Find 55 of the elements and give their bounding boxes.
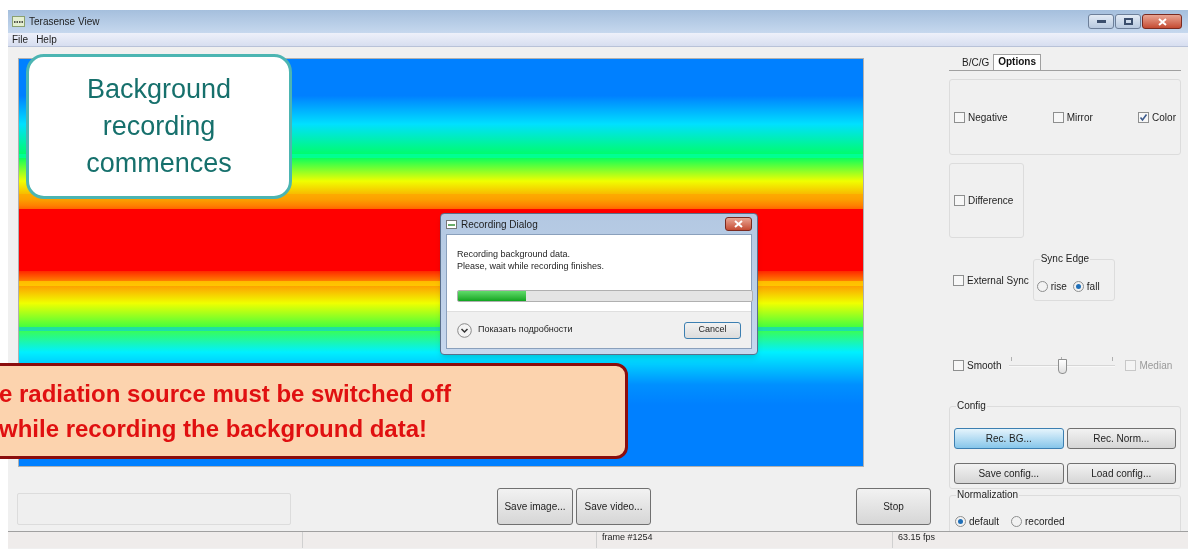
close-icon [1157, 17, 1167, 26]
radio-label: recorded [1025, 515, 1065, 529]
checkbox-label: Median [1139, 358, 1173, 373]
tab[interactable]: Options [993, 54, 1041, 70]
config-button[interactable]: Save config... [954, 463, 1064, 484]
slider[interactable] [1009, 355, 1116, 375]
checkbox-label: Difference [968, 194, 1014, 208]
dialog-icon [446, 219, 457, 229]
checkbox[interactable] [954, 111, 965, 123]
group-title: Config [956, 400, 987, 412]
minimize-button[interactable] [1088, 14, 1114, 29]
save-video-button[interactable]: Save video... [576, 488, 651, 525]
config-button[interactable]: Load config... [1066, 463, 1176, 484]
checkbox-label: Color [1152, 110, 1176, 125]
close-icon [734, 220, 743, 228]
radio-button[interactable] [1011, 516, 1023, 527]
checkbox[interactable] [1138, 111, 1150, 123]
config-button[interactable]: Rec. Norm... [1066, 428, 1176, 449]
window-title: Terasense View [29, 15, 100, 29]
slider-thumb[interactable] [1057, 359, 1067, 374]
close-button[interactable] [1142, 14, 1182, 29]
checkbox[interactable] [1052, 111, 1064, 123]
expand-icon[interactable] [457, 322, 472, 338]
save-image-button[interactable]: Save image... [497, 488, 573, 525]
config-button[interactable]: Rec. BG... [954, 428, 1064, 449]
check-icon [1139, 112, 1149, 122]
dialog-title: Recording Dialog [461, 217, 538, 232]
checkbox-label: Negative [968, 110, 1008, 125]
checkbox[interactable] [954, 195, 965, 206]
group-title: Sync Edge [1039, 253, 1091, 265]
radio-label: fall [1086, 280, 1100, 294]
checkbox-label: Smooth [967, 358, 1002, 373]
details-toggle[interactable]: Показать подробности [478, 323, 573, 337]
radio-label: default [969, 515, 1000, 529]
radio-label: rise [1050, 280, 1067, 294]
stop-button[interactable]: Stop [856, 488, 931, 525]
menu-item[interactable]: Help [36, 33, 57, 46]
radio-button[interactable] [955, 516, 966, 527]
callout-text: Background recording commences [86, 73, 232, 180]
status-text: 63.15 fps [898, 532, 937, 543]
checkbox-label: External Sync [967, 273, 1029, 288]
checkbox-label: Mirror [1066, 110, 1093, 125]
checkbox[interactable] [953, 274, 964, 286]
radio-button[interactable] [1036, 281, 1048, 292]
group-title: Normalization [956, 489, 1020, 501]
radio-button[interactable] [1072, 281, 1084, 292]
cancel-button[interactable]: Cancel [684, 321, 741, 339]
dialog-message: Recording background data. Please, wait while recording finishes. [457, 248, 606, 272]
app-icon [12, 16, 25, 27]
status-text: frame #1254 [602, 532, 654, 543]
menu-item[interactable]: File [12, 33, 29, 46]
tab[interactable]: B/C/G [958, 56, 994, 70]
maximize-button[interactable] [1115, 14, 1141, 29]
checkbox[interactable] [953, 359, 964, 371]
close-button[interactable] [725, 217, 752, 231]
